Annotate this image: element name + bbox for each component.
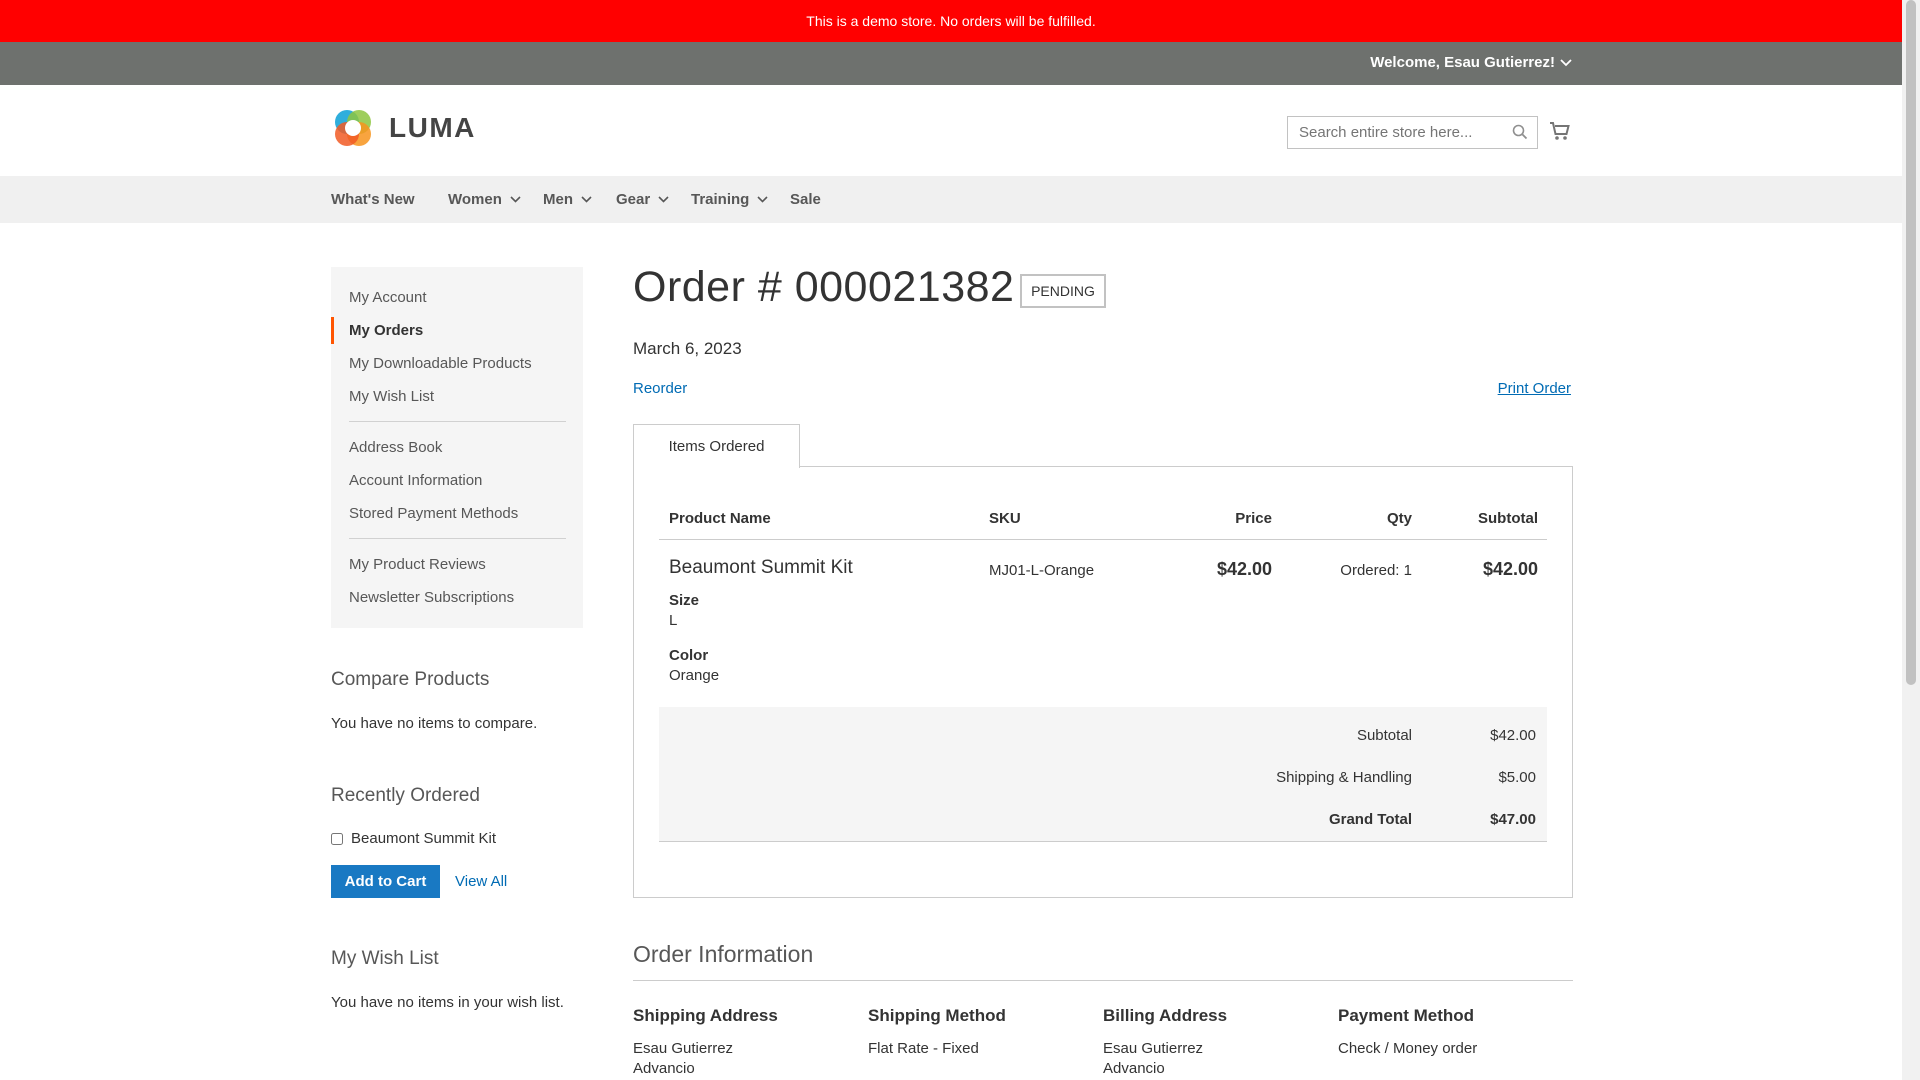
order-information-title: Order Information [633,941,814,967]
sidebar-item-wish-list[interactable]: My Wish List [349,388,434,405]
recent-item-name[interactable]: Beaumont Summit Kit [351,830,496,847]
logo[interactable]: LUMA [331,106,476,150]
print-order-link[interactable]: Print Order [1498,380,1571,397]
billing-address-line: Esau Gutierrez [1103,1040,1204,1057]
totals-value: $42.00 [1490,727,1536,744]
recent-item-checkbox[interactable] [331,832,343,845]
option-label: Color [669,647,709,664]
product-qty: Ordered: 1 [1340,562,1412,579]
payment-method-value: Check / Money order [1338,1040,1478,1057]
nav-label: Sale [790,191,821,208]
product-price: $42.00 [1216,559,1272,579]
shipping-address-line: Advancio [633,1060,695,1077]
grand-total-value: $47.00 [1490,811,1536,828]
column-header-qty: Qty [1386,510,1412,527]
column-header-sku: SKU [989,510,1021,527]
logo-text: LUMA [389,112,476,143]
nav-label: What's New [331,191,415,208]
status-badge: PENDING [1020,274,1106,308]
add-to-cart-button[interactable]: Add to Cart [331,865,440,898]
cart-icon[interactable] [1549,120,1571,142]
divider [633,980,1573,981]
search-input[interactable] [1297,117,1507,147]
order-date: March 6, 2023 [633,339,742,358]
column-header-name: Product Name [669,510,771,527]
customer-menu[interactable]: Welcome, Esau Gutierrez! [1370,54,1572,71]
recent-title: Recently Ordered [331,785,480,806]
totals-value: $5.00 [1498,769,1536,786]
sidebar-item-my-orders: My Orders [349,322,424,339]
account-nav: My Account My Orders My Downloadable Pro… [331,267,583,628]
scrollbar-thumb[interactable] [1906,0,1916,685]
search-icon[interactable] [1512,124,1528,140]
option-value: L [669,612,678,629]
welcome-text: Welcome, Esau Gutierrez! [1370,54,1555,71]
page-scrollbar[interactable] [1902,0,1920,1080]
recent-item: Beaumont Summit Kit [331,830,496,847]
option-label: Size [669,592,700,609]
product-sku: MJ01-L-Orange [989,562,1095,579]
demo-notice: This is a demo store. No orders will be … [0,0,1902,42]
sidebar-item-address-book[interactable]: Address Book [349,439,442,456]
shipping-address-title: Shipping Address [633,1006,778,1025]
sidebar-item-newsletter[interactable]: Newsletter Subscriptions [349,589,514,606]
wishlist-empty: You have no items in your wish list. [331,994,564,1011]
sidebar-item-account-information[interactable]: Account Information [349,472,482,489]
search-box [1287,116,1538,149]
header-divider [659,539,1547,540]
divider [349,421,566,422]
compare-title: Compare Products [331,669,490,690]
chevron-down-icon [581,196,592,203]
nav-item-whats-new[interactable]: What's New [331,191,415,208]
reorder-link[interactable]: Reorder [633,380,687,397]
sidebar-item-my-account[interactable]: My Account [349,289,427,306]
compare-empty: You have no items to compare. [331,715,538,732]
option-value: Orange [669,667,720,684]
nav-item-women[interactable]: Women [448,191,521,208]
nav-item-gear[interactable]: Gear [616,191,669,208]
items-ordered-panel: Product Name SKU Price Qty Subtotal Beau… [633,466,1573,898]
billing-address-line: Advancio [1103,1060,1165,1077]
column-header-price: Price [1235,510,1272,527]
totals-label: Subtotal [1356,727,1412,744]
sidebar-item-product-reviews[interactable]: My Product Reviews [349,556,486,573]
shipping-method-value: Flat Rate - Fixed [868,1040,979,1057]
shipping-address-line: Esau Gutierrez [633,1040,734,1057]
nav-item-men[interactable]: Men [543,191,592,208]
totals-label: Shipping & Handling [1276,769,1412,786]
product-name: Beaumont Summit Kit [669,557,853,578]
sidebar-item-payment-methods[interactable]: Stored Payment Methods [349,505,518,522]
nav-label: Women [448,191,502,208]
active-marker [331,317,334,344]
product-subtotal: $42.00 [1482,559,1538,579]
order-totals: Subtotal $42.00 Shipping & Handling $5.0… [659,707,1547,842]
billing-address-title: Billing Address [1103,1006,1228,1025]
main-nav: What's New Women Men Gear Training Sale [0,176,1902,223]
nav-item-training[interactable]: Training [691,191,768,208]
luma-logo-icon [335,110,371,146]
page-title: Order # 000021382 [633,263,1015,311]
nav-label: Training [691,191,750,208]
nav-item-sale[interactable]: Sale [790,191,821,208]
column-header-subtotal: Subtotal [1478,510,1538,527]
chevron-down-icon [658,196,669,203]
chevron-down-icon [757,196,768,203]
payment-method-title: Payment Method [1338,1006,1475,1025]
chevron-down-icon [1560,58,1572,66]
sidebar-item-downloadable-products[interactable]: My Downloadable Products [349,355,532,372]
view-all-link[interactable]: View All [455,873,507,890]
shipping-method-title: Shipping Method [868,1006,1006,1025]
grand-total-label: Grand Total [1328,811,1412,828]
top-panel: Welcome, Esau Gutierrez! [0,42,1902,85]
wishlist-title: My Wish List [331,948,439,969]
tab-items-ordered[interactable]: Items Ordered [633,424,800,468]
divider [349,538,566,539]
nav-label: Men [543,191,573,208]
chevron-down-icon [510,196,521,203]
nav-label: Gear [616,191,651,208]
